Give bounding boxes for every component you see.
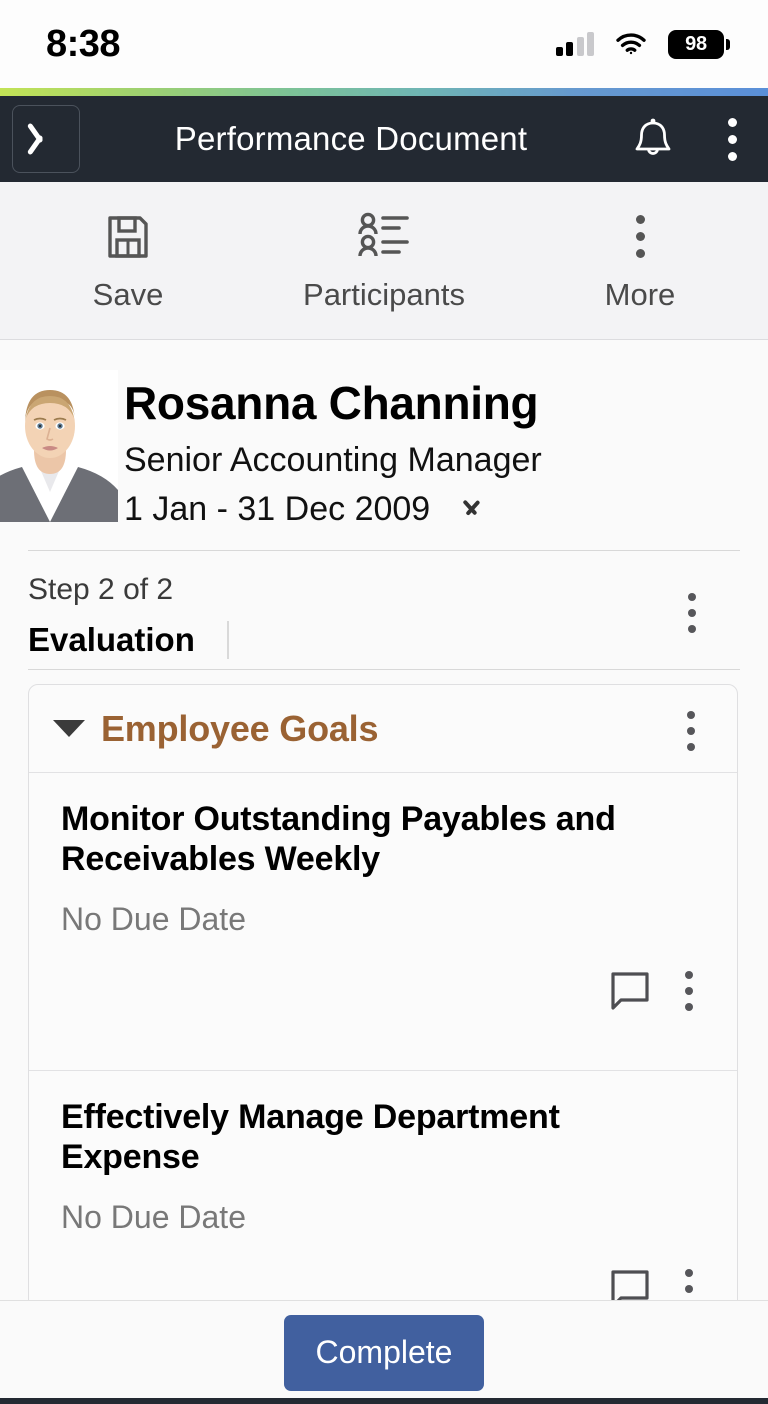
list-item[interactable]: Monitor Outstanding Payables and Receiva… (29, 773, 737, 1072)
participants-button[interactable]: Participants (256, 209, 512, 313)
complete-button[interactable]: Complete (284, 1314, 484, 1391)
employee-goals-header[interactable]: Employee Goals (29, 685, 737, 773)
participants-icon (353, 209, 415, 265)
kebab-menu-icon (635, 209, 645, 265)
battery-icon: 98 (668, 29, 730, 59)
accent-gradient-bar (0, 88, 768, 96)
employee-goals-title: Employee Goals (101, 707, 379, 749)
goal-spacer (61, 1030, 705, 1070)
goals-overflow-menu-button[interactable] (687, 711, 695, 751)
save-label: Save (92, 276, 164, 312)
comment-bubble-icon[interactable] (609, 970, 651, 1012)
step-section: Step 2 of 2 Evaluation (0, 551, 768, 669)
step-overflow-menu-button[interactable] (688, 593, 696, 633)
profile-text: Rosanna Channing Senior Accounting Manag… (118, 370, 542, 529)
section-divider (226, 621, 229, 659)
section-title: Evaluation (28, 621, 195, 658)
period-row[interactable]: 1 Jan - 31 Dec 2009 (124, 490, 542, 529)
action-toolbar: Save Participants More (0, 182, 768, 340)
footer-bar: Complete (0, 1300, 768, 1404)
goal-title: Monitor Outstanding Payables and Receiva… (61, 800, 616, 879)
header-overflow-menu-button[interactable] (708, 117, 756, 161)
evaluation-row: Evaluation (28, 621, 740, 659)
goal-overflow-menu-button[interactable] (685, 971, 693, 1012)
employee-job-title: Senior Accounting Manager (124, 440, 542, 479)
bell-icon[interactable] (632, 116, 674, 162)
employee-goals-card: Employee Goals Monitor Outstanding Payab… (28, 684, 738, 1354)
main-content: Rosanna Channing Senior Accounting Manag… (0, 340, 768, 1354)
employee-name: Rosanna Channing (124, 377, 539, 429)
goal-due-date: No Due Date (61, 1199, 246, 1236)
employee-profile: Rosanna Channing Senior Accounting Manag… (0, 340, 768, 550)
chevron-down-icon[interactable] (458, 501, 484, 517)
avatar (0, 370, 118, 522)
back-button[interactable] (12, 105, 80, 173)
mobile-screen: 8:38 98 Performance Document Save Partic… (0, 0, 768, 1404)
home-indicator (0, 1398, 768, 1404)
save-floppy-icon (102, 209, 154, 265)
participants-label: Participants (303, 276, 465, 312)
status-bar-indicators: 98 (555, 29, 730, 59)
review-period: 1 Jan - 31 Dec 2009 (124, 489, 431, 528)
triangle-down-icon[interactable] (53, 720, 85, 737)
more-button[interactable]: More (512, 209, 768, 313)
more-label: More (604, 276, 676, 312)
cellular-signal-icon (555, 32, 594, 56)
wifi-icon (616, 33, 646, 55)
goal-due-date: No Due Date (61, 901, 246, 938)
page-title: Performance Document (174, 120, 528, 157)
goal-actions (61, 938, 705, 1030)
goal-title: Effectively Manage Department Expense (61, 1098, 560, 1177)
app-header: Performance Document (0, 96, 768, 182)
step-indicator: Step 2 of 2 (28, 573, 174, 606)
chevron-left-icon (35, 120, 57, 158)
save-button[interactable]: Save (0, 209, 256, 313)
status-bar: 8:38 98 (0, 0, 768, 88)
battery-level: 98 (685, 32, 707, 55)
status-bar-time: 8:38 (46, 22, 121, 65)
step-divider (28, 669, 740, 670)
